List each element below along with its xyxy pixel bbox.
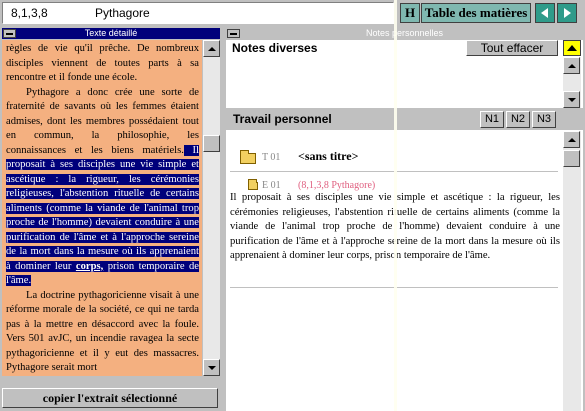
section-reference: 8,1,3,8 [11, 6, 48, 20]
level-n2-button[interactable]: N2 [506, 111, 530, 128]
paragraph-text: Pythagore a donc crée une sorte de frate… [6, 86, 199, 156]
level-n3-button[interactable]: N3 [532, 111, 556, 128]
top-bar: 8,1,3,8 Pythagore H Table des matières [0, 0, 585, 26]
next-page-button[interactable] [557, 3, 577, 23]
selected-text-part: Il proposait à ses disciples une vie sim… [6, 144, 199, 272]
panel-title-bar: Texte détaillé [2, 28, 220, 39]
section-name: Pythagore [95, 6, 150, 20]
extract-reference: (8,1,3,8 Pythagore) [298, 180, 376, 191]
notes-scrollbar[interactable] [563, 57, 581, 108]
paragraph-text: La doctrine pythagoricienne visait à une… [6, 289, 199, 374]
scroll-thumb[interactable] [563, 150, 580, 167]
text-paragraph: Pythagore a donc crée une sorte de frate… [6, 86, 200, 289]
personal-work-header: Travail personnel N1 N2 N3 [226, 108, 583, 130]
minimize-icon[interactable] [227, 29, 240, 38]
history-button[interactable]: H [400, 3, 420, 23]
work-scrollbar[interactable] [563, 131, 581, 411]
notes-body: Notes diverses Tout effacer Travail pers… [226, 40, 583, 411]
current-section-field: 8,1,3,8 Pythagore [2, 2, 394, 24]
notes-header: Notes diverses Tout effacer [226, 40, 583, 56]
text-paragraph: règles de vie qu'il prêche. De nombreux … [6, 42, 199, 86]
extract-icon[interactable] [248, 179, 258, 190]
detailed-text-panel: Texte détaillé règles de vie qu'il prêch… [0, 26, 222, 411]
minimize-icon[interactable] [3, 29, 16, 38]
paragraph-text: règles de vie qu'il prêche. De nombreux … [6, 43, 199, 83]
open-folder-icon[interactable] [240, 150, 256, 164]
panel-title: Notes personnelles [365, 28, 444, 38]
scroll-down-button[interactable] [203, 359, 220, 376]
topic-title[interactable]: <sans titre> [298, 149, 358, 164]
scroll-thumb[interactable] [203, 135, 220, 152]
topic-label: T 01 [262, 152, 281, 163]
scroll-down-button[interactable] [563, 91, 580, 108]
selected-bold-word: corps, [75, 260, 104, 272]
previous-page-button[interactable] [535, 3, 555, 23]
clear-all-button[interactable]: Tout effacer [466, 40, 558, 56]
scroll-up-button[interactable] [563, 131, 580, 148]
collapse-notes-button[interactable] [563, 40, 581, 56]
detailed-text-area[interactable]: règles de vie qu'il prêche. De nombreux … [2, 40, 202, 376]
text-scrollbar[interactable] [203, 40, 220, 376]
level-n1-button[interactable]: N1 [480, 111, 504, 128]
copy-selection-button[interactable]: copier l'extrait sélectionné [2, 388, 218, 408]
arrow-right-icon [564, 8, 571, 18]
scroll-up-button[interactable] [563, 57, 580, 74]
cursor-guide [394, 0, 397, 411]
table-of-contents-button[interactable]: Table des matières [421, 3, 531, 23]
personal-notes-panel: Notes personnelles Notes diverses Tout e… [224, 26, 585, 411]
panel-title-bar: Notes personnelles [226, 28, 583, 39]
panel-title: Texte détaillé [84, 28, 138, 38]
personal-work-title: Travail personnel [233, 112, 332, 126]
notes-title: Notes diverses [232, 41, 318, 55]
text-paragraph: La doctrine pythagoricienne visait à une… [6, 289, 199, 376]
extract-label: E 01 [262, 180, 281, 191]
selected-text[interactable]: Il proposait à ses disciples une vie sim… [6, 144, 200, 286]
scroll-up-button[interactable] [203, 40, 220, 57]
arrow-left-icon [541, 8, 548, 18]
